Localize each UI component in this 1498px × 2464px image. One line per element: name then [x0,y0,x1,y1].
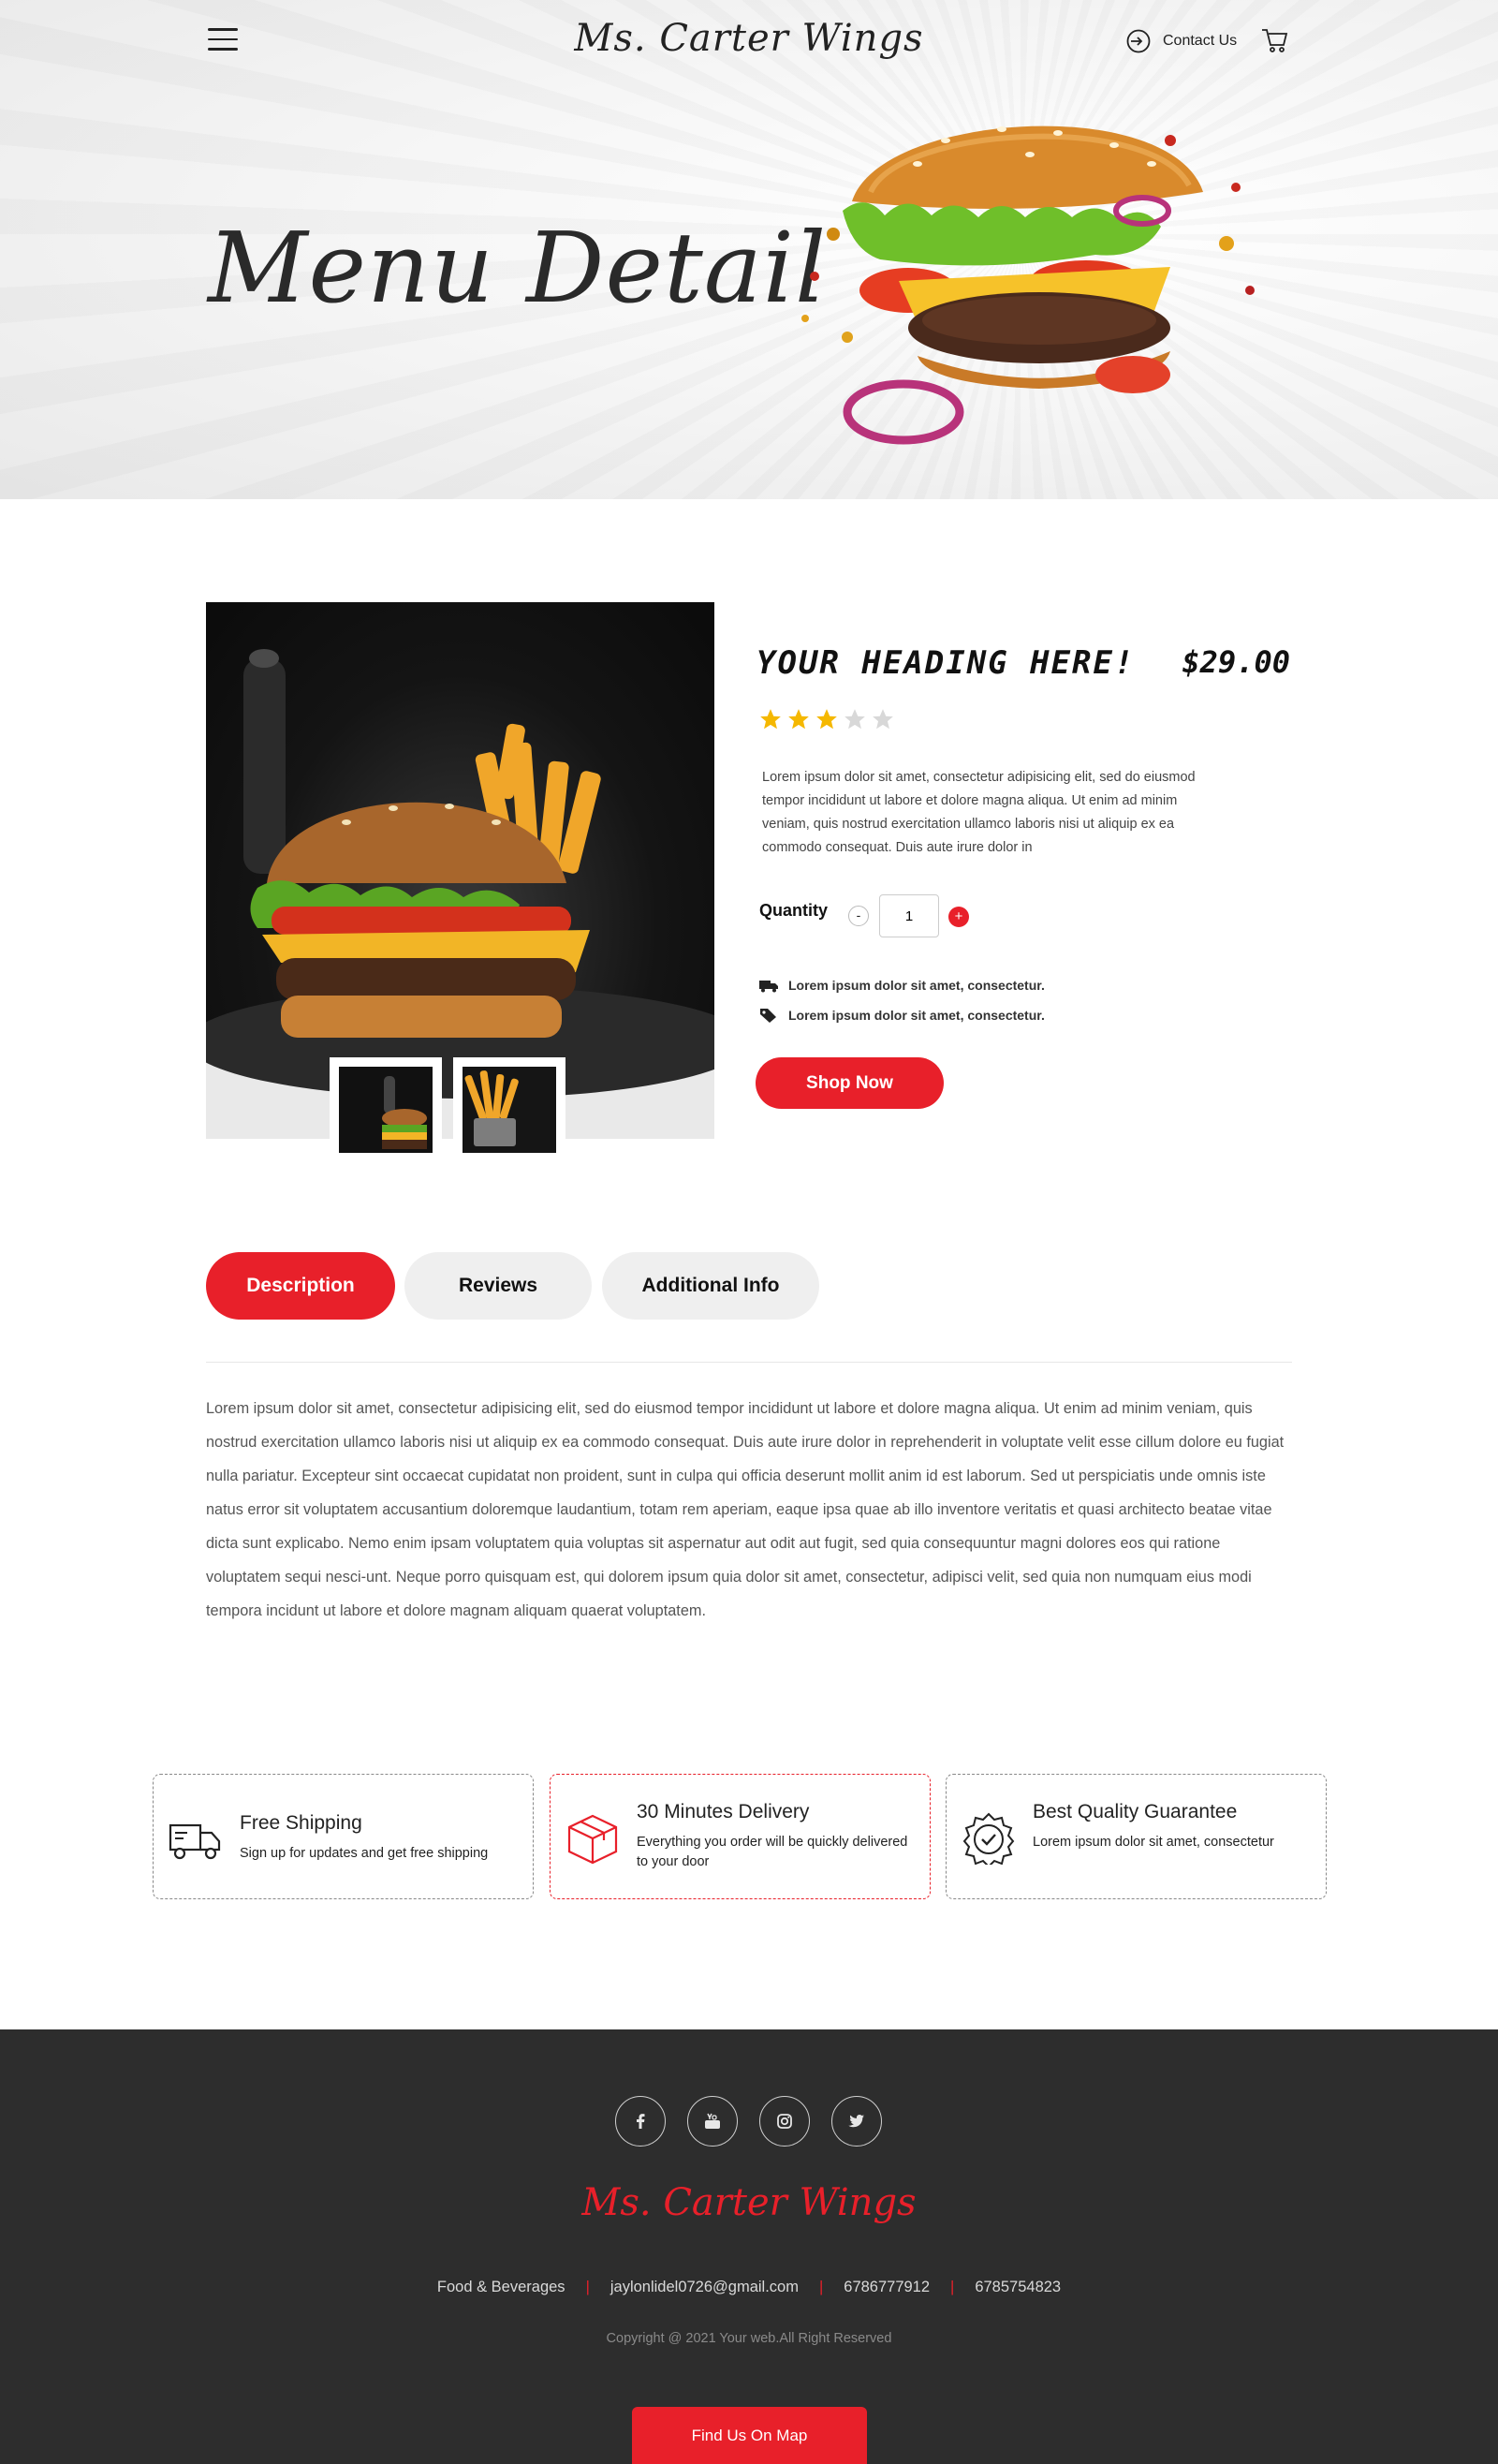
product-price: $29.00 [1182,644,1290,680]
footer-phone-1[interactable]: 6786777912 [844,2279,930,2295]
feature-box-subtitle: Lorem ipsum dolor sit amet, consectetur [1033,1835,1274,1850]
product-feature-text: Lorem ipsum dolor sit amet, consectetur. [788,978,1045,993]
feature-box-free-shipping: Free Shipping Sign up for updates and ge… [153,1774,534,1899]
quantity-increase-button[interactable]: + [948,907,969,927]
box-icon [567,1814,618,1865]
hero-burger-image [801,125,1255,445]
shop-now-button[interactable]: Shop Now [756,1057,944,1109]
feature-box-title: Best Quality Guarantee [1033,1801,1238,1822]
star-rating [758,707,895,731]
gallery-thumbnail-1[interactable] [330,1057,442,1162]
tag-icon [760,1009,776,1023]
delivery-truck-icon [759,981,778,993]
footer-category: Food & Beverages [436,2279,565,2295]
quantity-decrease-button[interactable]: - [848,906,869,926]
product-feature-tag: Lorem ipsum dolor sit amet, consectetur. [758,1007,1045,1024]
contact-us-label: Contact Us [1163,33,1238,49]
quantity-label: Quantity [759,901,829,920]
tab-reviews[interactable]: Reviews [404,1252,592,1320]
feature-box-subtitle: Everything you order will be quickly del… [637,1835,908,1869]
truck-icon [169,1823,221,1860]
facebook-icon [637,2114,645,2129]
sign-in-icon [1126,29,1151,53]
instagram-link[interactable] [759,2096,810,2147]
quantity-input[interactable] [879,894,939,937]
star-icon [816,709,837,730]
feature-box-title: 30 Minutes Delivery [637,1801,810,1822]
tab-divider [206,1362,1292,1363]
copyright-text: Copyright @ 2021 Your web.All Right Rese… [606,2331,892,2346]
product-heading: YOUR HEADING HERE! [756,644,1136,682]
contact-us-link[interactable]: Contact Us [1125,28,1237,54]
tab-description[interactable]: Description [206,1252,395,1320]
footer-email[interactable]: jaylonlidel0726@gmail.com [610,2279,799,2295]
star-icon [788,709,809,730]
product-feature-delivery: Lorem ipsum dolor sit amet, consectetur. [758,977,1045,994]
product-feature-text: Lorem ipsum dolor sit amet, consectetur. [788,1008,1045,1023]
hero-banner: Ms. Carter Wings Contact Us Menu Detail [0,0,1498,499]
footer-logo[interactable]: Ms. Carter Wings [0,2181,1498,2224]
cart-icon[interactable] [1260,26,1290,54]
feature-box-title: Free Shipping [240,1812,362,1834]
footer-contact-info: Food & Beverages | jaylonlidel0726@gmail.c… [436,2279,1062,2295]
page-title: Menu Detail [208,211,828,325]
youtube-icon [705,2113,720,2129]
star-icon [844,709,865,730]
star-icon [760,709,781,730]
footer: Ms. Carter Wings Food & Beverages | jaylon… [0,2029,1498,2464]
star-icon [873,709,893,730]
tab-additional-info[interactable]: Additional Info [602,1252,819,1320]
description-text: Lorem ipsum dolor sit amet, consectetur … [206,1400,1285,1619]
instagram-icon [777,2114,792,2129]
quality-badge-icon [962,1812,1015,1865]
facebook-link[interactable] [615,2096,666,2147]
find-us-on-map-button[interactable]: Find Us On Map [632,2407,867,2464]
product-short-description: Lorem ipsum dolor sit amet, consectetur … [762,770,1196,855]
product-gallery [206,602,714,1162]
feature-box-quality: Best Quality Guarantee Lorem ipsum dolor… [946,1774,1327,1899]
twitter-icon [848,2115,864,2128]
feature-box-subtitle: Sign up for updates and get free shippin… [240,1846,489,1861]
feature-box-delivery: 30 Minutes Delivery Everything you order… [550,1774,931,1899]
gallery-thumbnail-2[interactable] [453,1057,565,1162]
twitter-link[interactable] [831,2096,882,2147]
footer-phone-2[interactable]: 6785754823 [975,2279,1061,2295]
youtube-link[interactable] [687,2096,738,2147]
